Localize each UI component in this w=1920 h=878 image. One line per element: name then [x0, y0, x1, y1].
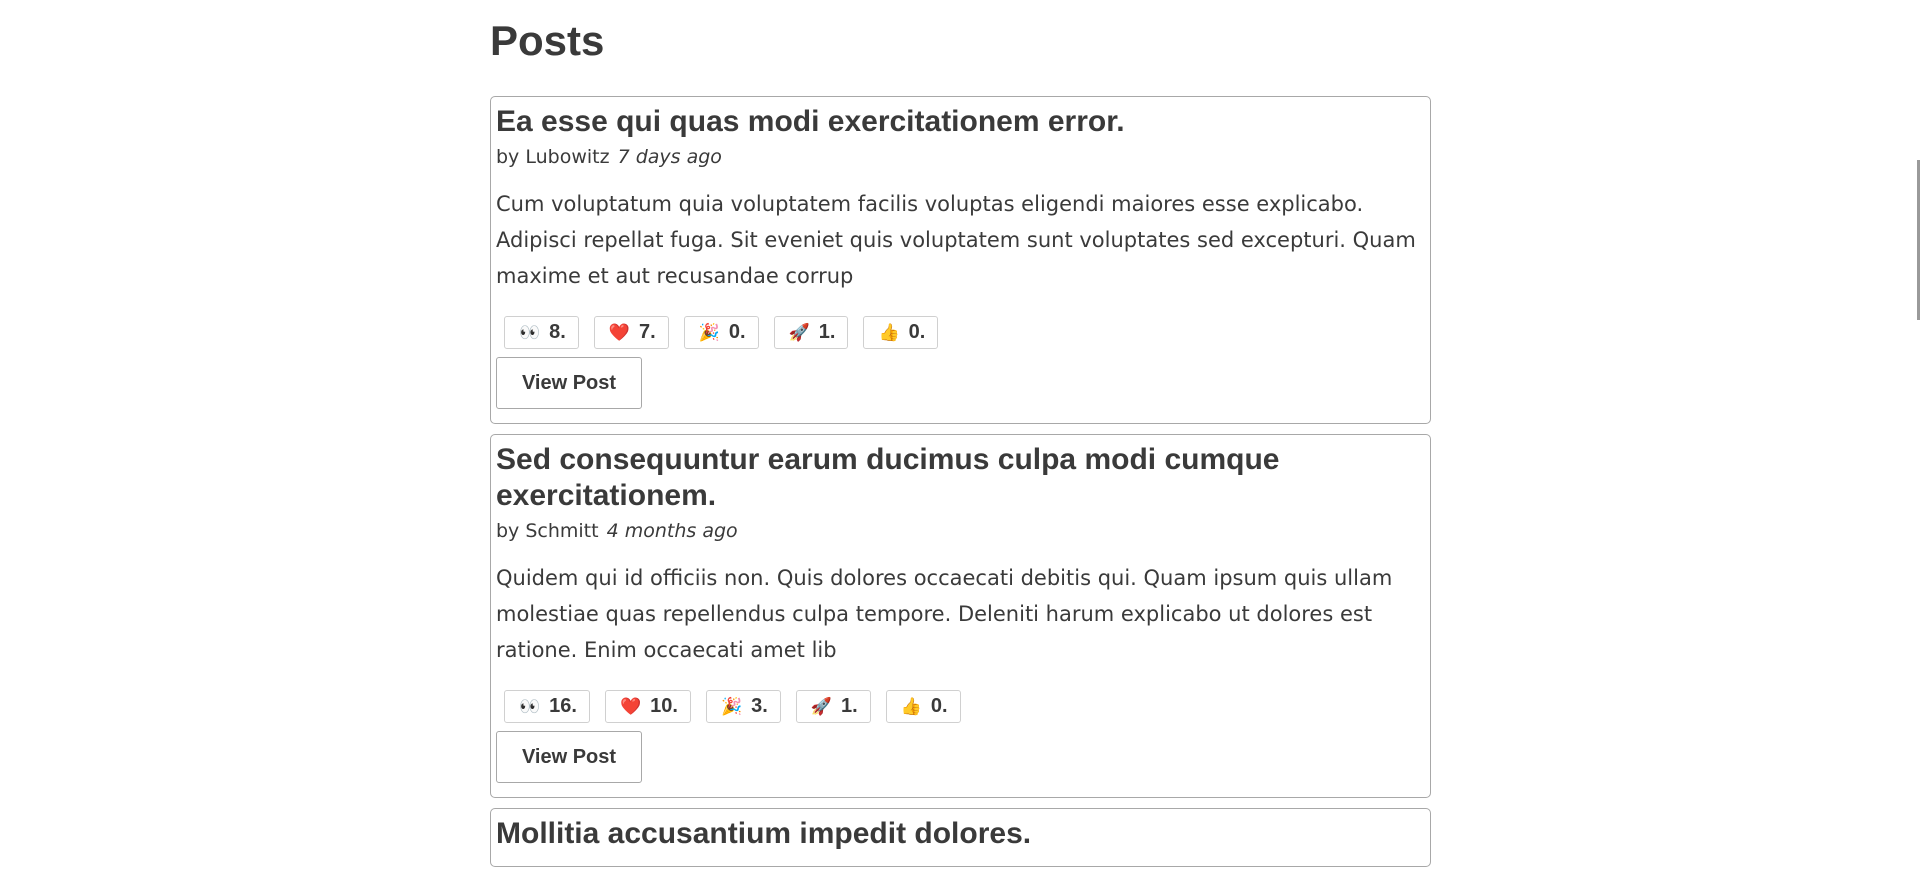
reaction-tada-button[interactable]: 🎉 0.	[683, 316, 759, 349]
post-title: Mollitia accusantium impedit dolores.	[496, 817, 1032, 850]
reaction-buttons: 👀 8. ❤️ 7. 🎉 0. 🚀 1. 👍 0.	[504, 316, 1425, 349]
reaction-count: 1.	[841, 695, 858, 717]
post-list: Ea esse qui quas modi exercitationem err…	[490, 96, 1431, 867]
post-card: Sed consequuntur earum ducimus culpa mod…	[490, 434, 1431, 798]
post-meta: by Lubowitz 7 days ago	[496, 144, 1425, 170]
page: Posts Ea esse qui quas modi exercitation…	[0, 0, 1920, 878]
reaction-eyes-button[interactable]: 👀 16.	[504, 690, 590, 723]
reaction-count: 16.	[549, 695, 577, 717]
post-excerpt: Cum voluptatum quia voluptatem facilis v…	[496, 192, 1416, 288]
heart-icon: ❤️	[608, 322, 631, 343]
reaction-count: 3.	[751, 695, 768, 717]
post-date: 7 days ago	[617, 146, 722, 168]
post-title: Sed consequuntur earum ducimus culpa mod…	[496, 443, 1280, 512]
reaction-count: 0.	[908, 321, 926, 343]
party-popper-icon: 🎉	[720, 696, 743, 717]
reaction-count: 7.	[639, 321, 656, 343]
reaction-thumbs-up-button[interactable]: 👍 0.	[885, 690, 961, 723]
view-post-button[interactable]: View Post	[496, 357, 642, 409]
post-card: Mollitia accusantium impedit dolores.	[490, 808, 1431, 867]
main-content: Posts Ea esse qui quas modi exercitation…	[490, 0, 1431, 877]
reaction-rocket-button[interactable]: 🚀 1.	[773, 316, 849, 349]
post-excerpt: Quidem qui id officiis non. Quis dolores…	[496, 566, 1393, 662]
reaction-count: 0.	[930, 695, 948, 717]
view-post-button[interactable]: View Post	[496, 731, 642, 783]
rocket-icon: 🚀	[810, 696, 832, 717]
reaction-count: 1.	[818, 321, 836, 343]
reaction-tada-button[interactable]: 🎉 3.	[705, 690, 781, 723]
party-popper-icon: 🎉	[698, 322, 720, 343]
thumbs-up-icon: 👍	[900, 696, 922, 717]
post-author: by Schmitt	[496, 520, 599, 542]
eyes-icon: 👀	[519, 696, 541, 717]
reaction-count: 10.	[650, 695, 678, 717]
post-card: Ea esse qui quas modi exercitationem err…	[490, 96, 1431, 424]
post-date: 4 months ago	[606, 520, 738, 542]
page-title: Posts	[490, 17, 605, 64]
reaction-eyes-button[interactable]: 👀 8.	[504, 316, 579, 349]
reaction-count: 8.	[549, 321, 566, 343]
thumbs-up-icon: 👍	[878, 322, 900, 343]
reaction-rocket-button[interactable]: 🚀 1.	[795, 690, 871, 723]
post-author: by Lubowitz	[496, 146, 610, 168]
rocket-icon: 🚀	[788, 322, 810, 343]
post-title: Ea esse qui quas modi exercitationem err…	[496, 105, 1125, 138]
eyes-icon: 👀	[519, 322, 541, 343]
reaction-thumbs-up-button[interactable]: 👍 0.	[863, 316, 939, 349]
reaction-heart-button[interactable]: ❤️ 10.	[604, 690, 691, 723]
reaction-heart-button[interactable]: ❤️ 7.	[593, 316, 669, 349]
reaction-count: 0.	[728, 321, 746, 343]
reaction-buttons: 👀 16. ❤️ 10. 🎉 3. 🚀 1. 👍 0.	[504, 690, 1425, 723]
post-meta: by Schmitt 4 months ago	[496, 518, 1425, 544]
heart-icon: ❤️	[619, 696, 642, 717]
